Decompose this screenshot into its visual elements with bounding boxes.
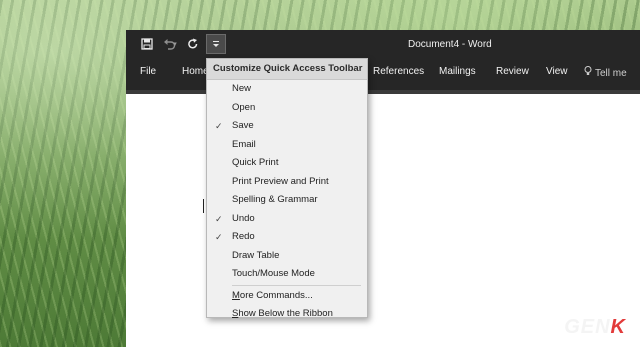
genk-watermark-logo: GENK — [564, 316, 626, 339]
tell-me-label: Tell me — [595, 68, 627, 79]
menu-item-save[interactable]: ✓ Save — [207, 117, 367, 136]
menu-item-undo[interactable]: ✓ Undo — [207, 210, 367, 229]
menu-item-label: Spelling & Grammar — [232, 194, 318, 205]
menu-item-new[interactable]: New — [207, 80, 367, 99]
menu-item-label: Email — [232, 138, 256, 150]
watermark-accent: K — [610, 316, 626, 338]
menu-item-label: New — [232, 83, 252, 94]
menu-item-touch-mouse-mode[interactable]: Touch/Mouse Mode — [207, 265, 367, 284]
repeat-icon[interactable] — [182, 34, 204, 54]
menu-item-spelling-grammar[interactable]: Spelling & Grammar — [207, 191, 367, 210]
undo-dropdown-caret-icon[interactable]: ▾ — [173, 40, 177, 48]
menu-item-label: Save — [232, 120, 254, 131]
quick-access-toolbar: ▾ — [136, 34, 226, 54]
menu-item-label: Draw Table — [232, 249, 280, 261]
check-icon: ✓ — [215, 213, 223, 224]
tell-me-box[interactable]: Tell me — [584, 66, 627, 79]
menu-divider — [232, 284, 361, 286]
tab-view[interactable]: View — [546, 66, 568, 77]
watermark-main: GEN — [564, 316, 611, 338]
check-icon: ✓ — [215, 121, 223, 131]
customize-caret-icon[interactable] — [206, 34, 226, 54]
menu-item-redo[interactable]: ✓ Redo — [207, 228, 367, 247]
tab-references[interactable]: References — [373, 66, 424, 77]
menu-item-label: Undo — [232, 212, 255, 224]
menu-item-print-preview[interactable]: Print Preview and Print — [207, 173, 367, 192]
menu-item-email[interactable]: Email — [207, 136, 367, 155]
undo-icon[interactable]: ▾ — [158, 34, 182, 54]
title-bar: ▾ Document4 - Word — [126, 30, 640, 58]
save-icon[interactable] — [136, 34, 158, 54]
word-window: ▾ Document4 - Word File Home References … — [126, 30, 640, 347]
tab-home[interactable]: Home — [182, 66, 209, 77]
window-title: Document4 - Word — [408, 39, 492, 50]
ribbon-tabs: File Home References Mailings Review Vie… — [126, 58, 640, 88]
menu-header: Customize Quick Access Toolbar — [207, 59, 367, 80]
menu-item-label: Touch/Mouse Mode — [232, 268, 315, 279]
menu-list: New Open ✓ Save Email Quick Print Print P… — [207, 80, 367, 324]
menu-item-open[interactable]: Open — [207, 99, 367, 118]
text-cursor — [203, 199, 204, 213]
menu-item-draw-table[interactable]: Draw Table — [207, 247, 367, 266]
menu-item-label: Quick Print — [232, 157, 279, 168]
customize-qat-menu: Customize Quick Access Toolbar New Open … — [206, 58, 368, 319]
menu-item-label: Open — [232, 101, 256, 113]
menu-item-label: Redo — [232, 231, 255, 242]
tab-review[interactable]: Review — [496, 66, 529, 77]
tab-file[interactable]: File — [140, 66, 156, 77]
menu-item-quick-print[interactable]: Quick Print — [207, 154, 367, 173]
tab-mailings[interactable]: Mailings — [439, 66, 476, 77]
menu-item-label: Print Preview and Print — [232, 175, 329, 187]
menu-item-more-commands[interactable]: More Commands... — [207, 287, 367, 306]
menu-item-show-below-ribbon[interactable]: Show Below the Ribbon — [207, 305, 367, 324]
lightbulb-icon — [584, 66, 592, 78]
document-canvas[interactable] — [126, 90, 640, 347]
check-icon: ✓ — [215, 232, 223, 242]
